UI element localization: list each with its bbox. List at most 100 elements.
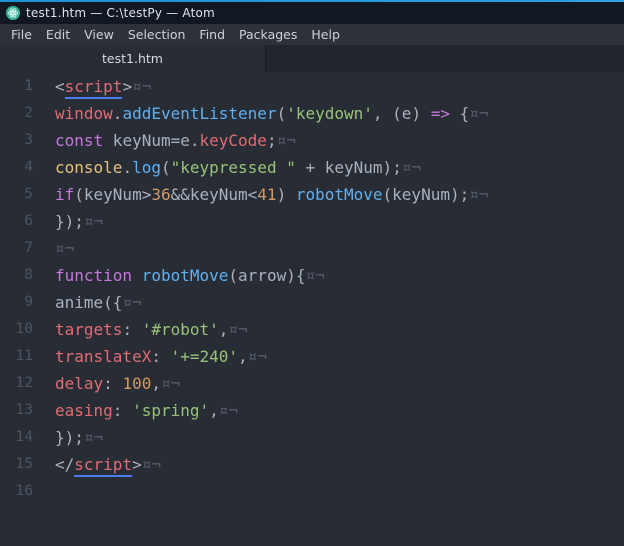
code-line[interactable]: 16 — [0, 478, 624, 505]
code-token: : — [122, 320, 142, 339]
code-text: if(keyNum>36&&keyNum<41) robotMove(keyNu… — [46, 181, 489, 208]
code-line[interactable]: 2 window.addEventListener('keydown', (e) … — [0, 100, 624, 127]
line-number[interactable]: 2 — [0, 100, 46, 127]
code-token: ( — [276, 104, 287, 123]
eol-invisible: ¤¬ — [469, 104, 489, 123]
code-token: addEventListener — [122, 104, 277, 123]
code-token: ( — [160, 158, 171, 177]
code-token: "keypressed " — [170, 158, 296, 177]
code-text: ¤¬ — [46, 235, 74, 262]
line-number[interactable]: 4 — [0, 154, 46, 181]
menu-help[interactable]: Help — [304, 25, 347, 44]
tab-test1-htm[interactable]: test1.htm — [0, 45, 266, 72]
code-line[interactable]: 11 translateX: '+=240',¤¬ — [0, 343, 624, 370]
line-number[interactable]: 7 — [0, 235, 46, 262]
code-token: console — [55, 158, 123, 177]
code-line[interactable]: 6});¤¬ — [0, 208, 624, 235]
code-line[interactable]: 1 <script>¤¬ — [0, 73, 624, 100]
menu-find[interactable]: Find — [192, 25, 232, 44]
code-token: , — [238, 347, 248, 366]
menu-file[interactable]: File — [4, 25, 39, 44]
code-text: targets: '#robot',¤¬ — [46, 316, 248, 343]
code-text: const keyNum=e.keyCode;¤¬ — [46, 127, 296, 154]
code-line[interactable]: 10 targets: '#robot',¤¬ — [0, 316, 624, 343]
line-number[interactable]: 11 — [0, 343, 46, 370]
code-token: => — [430, 104, 450, 123]
code-token: }); — [55, 428, 84, 447]
code-text: function robotMove(arrow){¤¬ — [46, 262, 325, 289]
line-number[interactable]: 5 — [0, 181, 46, 208]
code-token: function — [55, 266, 133, 285]
code-token: (keyNum> — [74, 185, 152, 204]
code-line[interactable]: 13 easing: 'spring',¤¬ — [0, 397, 624, 424]
code-token: 36 — [151, 185, 171, 204]
line-number[interactable]: 9 — [0, 289, 46, 316]
code-editor[interactable]: 1 <script>¤¬ 2 window.addEventListener('key… — [0, 72, 624, 546]
code-line[interactable]: 15 </script>¤¬ — [0, 451, 624, 478]
code-token: , — [151, 374, 161, 393]
code-token: { — [449, 104, 470, 123]
code-line[interactable]: 5 if(keyNum>36&&keyNum<41) robotMove(keyN… — [0, 181, 624, 208]
menu-view[interactable]: View — [77, 25, 121, 44]
code-line[interactable]: 7 ¤¬ — [0, 235, 624, 262]
eol-invisible: ¤¬ — [122, 293, 142, 312]
eol-invisible: ¤¬ — [469, 185, 489, 204]
code-text: <script>¤¬ — [46, 73, 151, 100]
code-token: script — [64, 77, 123, 99]
code-token: , (e) — [372, 104, 431, 123]
eol-invisible: ¤¬ — [141, 455, 161, 474]
code-token: , — [218, 320, 229, 339]
menu-edit[interactable]: Edit — [39, 25, 77, 44]
code-token: keyNum=e. — [103, 131, 200, 150]
atom-window: test1.htm — C:\testPy — Atom File Edit Vie… — [0, 0, 624, 546]
code-text: easing: 'spring',¤¬ — [46, 397, 238, 424]
eol-invisible: ¤¬ — [276, 131, 296, 150]
code-token: robotMove — [141, 266, 229, 285]
line-number[interactable]: 3 — [0, 127, 46, 154]
code-text: anime({¤¬ — [46, 289, 142, 316]
line-number[interactable]: 14 — [0, 424, 46, 451]
eol-invisible: ¤¬ — [83, 212, 104, 231]
line-number[interactable]: 16 — [0, 478, 46, 505]
code-token: delay — [55, 374, 104, 393]
code-token: </ — [55, 455, 75, 474]
code-text: });¤¬ — [46, 208, 103, 235]
code-token: : — [151, 347, 171, 366]
eol-invisible: ¤¬ — [401, 158, 422, 177]
code-token: easing — [55, 401, 113, 420]
eol-invisible: ¤¬ — [228, 320, 248, 339]
eol-invisible: ¤¬ — [247, 347, 267, 366]
code-token: + keyNum); — [295, 158, 402, 177]
code-line[interactable]: 9 anime({¤¬ — [0, 289, 624, 316]
code-token: : — [103, 374, 123, 393]
line-number[interactable]: 1 — [0, 73, 46, 100]
code-line[interactable]: 4 console.log("keypressed " + keyNum);¤¬ — [0, 154, 624, 181]
line-number[interactable]: 6 — [0, 208, 46, 235]
code-line[interactable]: 14});¤¬ — [0, 424, 624, 451]
line-number[interactable]: 8 — [0, 262, 46, 289]
line-number[interactable]: 12 — [0, 370, 46, 397]
eol-invisible: ¤¬ — [83, 428, 104, 447]
line-number[interactable]: 13 — [0, 397, 46, 424]
line-number[interactable]: 15 — [0, 451, 46, 478]
code-text: window.addEventListener('keydown', (e) =… — [46, 100, 489, 127]
menu-packages[interactable]: Packages — [232, 25, 304, 44]
code-token: < — [55, 77, 65, 96]
code-token: log — [132, 158, 161, 177]
menu-selection[interactable]: Selection — [121, 25, 193, 44]
code-token: . — [112, 104, 123, 123]
eol-invisible: ¤¬ — [132, 77, 152, 96]
code-token: 'spring' — [132, 401, 210, 420]
code-token: if — [55, 185, 75, 204]
code-token: 'keydown' — [286, 104, 373, 123]
code-token: }); — [55, 212, 84, 231]
code-line[interactable]: 8 function robotMove(arrow){¤¬ — [0, 262, 624, 289]
code-token: const — [55, 131, 104, 150]
line-number[interactable]: 10 — [0, 316, 46, 343]
tab-bar: test1.htm — [0, 45, 624, 72]
code-line[interactable]: 12 delay: 100,¤¬ — [0, 370, 624, 397]
code-line[interactable]: 3 const keyNum=e.keyCode;¤¬ — [0, 127, 624, 154]
code-text: });¤¬ — [46, 424, 103, 451]
code-token: , — [209, 401, 219, 420]
